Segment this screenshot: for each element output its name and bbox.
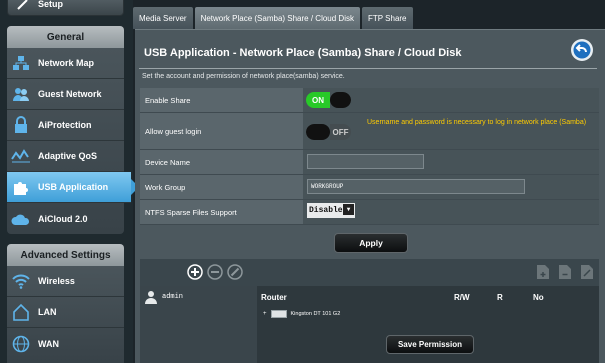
qos-icon <box>10 146 32 166</box>
guest-network-icon <box>10 84 32 104</box>
main-content: Media Server Network Place (Samba) Share… <box>133 0 605 363</box>
row-device-name: Device Name <box>140 150 599 175</box>
toggle-on-text: ON <box>306 92 330 108</box>
save-permission-button[interactable]: Save Permission <box>386 335 474 354</box>
row-work-group: Work Group WORKGROUP <box>140 175 599 200</box>
user-name: admin <box>162 293 184 301</box>
row-guest-login: Allow guest login OFF Username and passw… <box>140 113 599 150</box>
sidebar-item-label: USB Application <box>38 182 109 192</box>
general-header: General <box>7 26 124 48</box>
disk-name: Kingston DT 101 G2 <box>290 311 341 317</box>
row-enable-share: Enable Share ON <box>140 88 599 113</box>
permission-area: admin Router R/W R No + Kingston DT 101 … <box>140 286 599 363</box>
sidebar-item-wireless[interactable]: Wireless <box>7 266 124 297</box>
wifi-icon <box>10 271 32 291</box>
cloud-icon <box>10 209 32 229</box>
sidebar-item-usb-application[interactable]: USB Application <box>7 172 139 203</box>
device-name-input[interactable] <box>307 154 424 169</box>
ntfs-sparse-value: Disable <box>309 206 343 215</box>
sidebar-item-label: Wireless <box>38 276 75 286</box>
sidebar-item-label: Network Map <box>38 58 95 68</box>
edit-user-icon[interactable] <box>227 264 243 280</box>
sidebar: Setup General Network Map Guest Network <box>0 0 139 363</box>
tab-ftp-share[interactable]: FTP Share <box>361 7 413 29</box>
work-group-label: Work Group <box>140 175 303 199</box>
home-icon <box>10 302 32 322</box>
work-group-input[interactable]: WORKGROUP <box>307 179 525 194</box>
enable-share-toggle[interactable]: ON <box>306 92 351 108</box>
enable-share-label: Enable Share <box>140 88 303 112</box>
rename-folder-icon[interactable] <box>580 264 596 280</box>
tab-bar: Media Server Network Place (Samba) Share… <box>133 7 415 29</box>
tab-samba-share[interactable]: Network Place (Samba) Share / Cloud Disk <box>194 7 360 29</box>
device-name-label: Device Name <box>140 150 303 174</box>
sidebar-item-label: WAN <box>38 338 59 349</box>
expand-icon: + <box>263 311 267 317</box>
guest-login-toggle[interactable]: OFF <box>306 124 351 140</box>
user-icon <box>144 290 158 304</box>
user-list: admin <box>140 286 257 363</box>
setup-button[interactable]: Setup <box>7 0 124 16</box>
ntfs-sparse-label: NTFS Sparse Files Support <box>140 200 303 224</box>
back-button[interactable] <box>571 39 593 61</box>
toggle-off-text: OFF <box>330 124 351 140</box>
router-header: Router <box>261 293 287 302</box>
setup-label: Setup <box>38 0 64 9</box>
user-item-admin[interactable]: admin <box>144 290 183 304</box>
disk-item[interactable]: + Kingston DT 101 G2 <box>261 310 340 318</box>
r-header: R <box>497 293 503 302</box>
back-arrow-icon <box>573 41 591 59</box>
lock-icon <box>10 115 32 135</box>
add-user-icon[interactable] <box>187 264 203 280</box>
sidebar-item-aicloud[interactable]: AiCloud 2.0 <box>7 203 124 234</box>
page-description: Set the account and permission of networ… <box>142 73 345 80</box>
wand-icon <box>16 0 30 11</box>
sidebar-item-label: Adaptive QoS <box>38 151 98 161</box>
page-title: USB Application - Network Place (Samba) … <box>144 47 462 59</box>
advanced-group: Wireless LAN WAN <box>7 266 124 363</box>
globe-icon <box>10 334 32 354</box>
remove-user-icon[interactable] <box>207 264 223 280</box>
sidebar-item-label: AiProtection <box>38 120 92 130</box>
ntfs-sparse-select[interactable]: Disable ▼ <box>307 203 355 218</box>
sidebar-item-adaptive-qos[interactable]: Adaptive QoS <box>7 141 124 172</box>
sidebar-item-aiprotection[interactable]: AiProtection <box>7 110 124 141</box>
guest-login-note: Username and password is necessary to lo… <box>367 119 587 126</box>
tab-media-server[interactable]: Media Server <box>133 7 193 29</box>
apply-button[interactable]: Apply <box>334 233 408 253</box>
sidebar-item-lan[interactable]: LAN <box>7 297 124 328</box>
delete-folder-icon[interactable] <box>558 264 574 280</box>
puzzle-icon <box>10 177 32 197</box>
permission-toolbar <box>140 259 599 286</box>
sidebar-item-label: AiCloud 2.0 <box>38 213 88 224</box>
add-folder-icon[interactable] <box>536 264 552 280</box>
general-group: Network Map Guest Network AiProtection A… <box>7 48 139 234</box>
sidebar-item-wan[interactable]: WAN <box>7 328 124 359</box>
title-divider <box>139 68 597 69</box>
row-ntfs-sparse: NTFS Sparse Files Support Disable ▼ <box>140 200 599 225</box>
rw-header: R/W <box>454 293 470 302</box>
chevron-down-icon: ▼ <box>343 204 354 215</box>
usb-drive-icon <box>270 310 287 318</box>
sidebar-item-network-map[interactable]: Network Map <box>7 48 124 79</box>
sidebar-item-guest-network[interactable]: Guest Network <box>7 79 124 110</box>
network-map-icon <box>10 53 32 73</box>
guest-login-label: Allow guest login <box>140 113 303 149</box>
no-header: No <box>533 293 544 302</box>
router-admin-page: Setup General Network Map Guest Network <box>0 0 605 363</box>
advanced-settings-header: Advanced Settings <box>7 244 124 266</box>
settings-panel: USB Application - Network Place (Samba) … <box>135 29 605 363</box>
sidebar-item-label: Guest Network <box>38 89 102 99</box>
sidebar-item-label: LAN <box>38 307 57 317</box>
